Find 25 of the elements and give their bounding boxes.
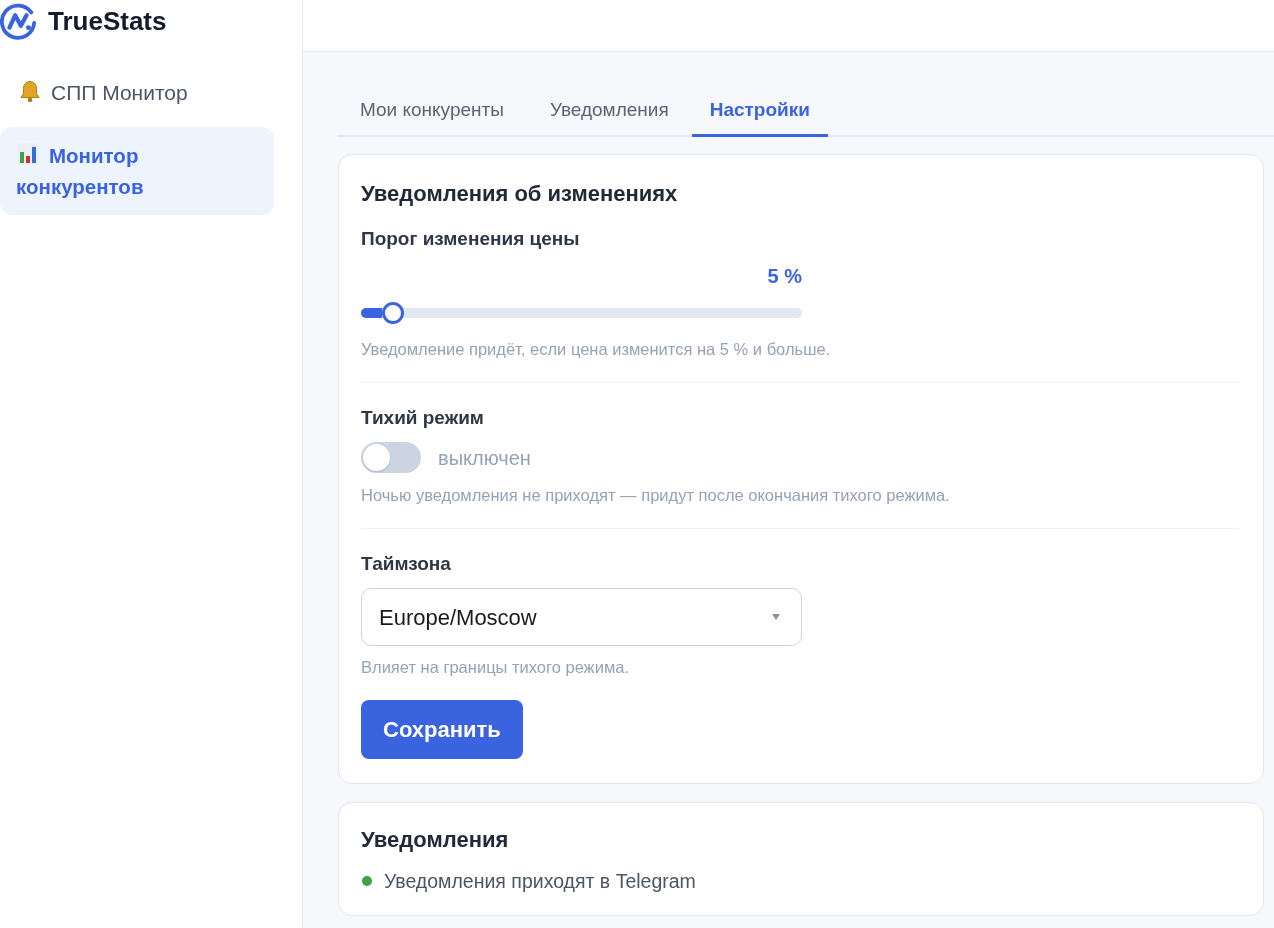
card-title: Уведомления <box>361 827 510 853</box>
hint-text: Уведомление придёт, если цена изменится на 5 % и больше. <box>361 339 832 360</box>
slider-value: 5 % <box>766 264 802 288</box>
tab[interactable]: Мои конкуренты <box>337 86 527 137</box>
brand-name: TrueStats <box>48 6 167 36</box>
save-button[interactable]: Сохранить <box>361 700 523 759</box>
field-label: Таймзона <box>361 552 452 576</box>
card-title: Уведомления об изменениях <box>361 181 679 207</box>
toggle-switch[interactable] <box>361 442 421 473</box>
tab[interactable]: Уведомления <box>526 86 692 137</box>
timezone-select[interactable]: Europe/Moscow <box>361 588 802 646</box>
bar-chart-icon <box>16 142 40 166</box>
field-label: Тихий режим <box>361 406 485 430</box>
logo-icon <box>0 2 37 40</box>
hint-text: Влияет на границы тихого режима. <box>361 657 630 678</box>
toggle-label: выключен <box>438 445 531 470</box>
caret-icon <box>772 614 780 620</box>
slider-handle[interactable] <box>381 302 404 324</box>
bell-icon <box>18 78 42 103</box>
hint-text: Ночью уведомления не приходят — придут после окончания тихого режима. <box>361 485 951 506</box>
tab[interactable]: Настройки <box>691 86 828 137</box>
status-text: Уведомления приходят в Telegram <box>384 869 696 893</box>
field-label: Порог изменения цены <box>361 227 581 251</box>
sidebar-item[interactable]: Монитор конкурентов <box>0 127 274 215</box>
sidebar-item[interactable]: СПП Монитор <box>0 70 274 114</box>
